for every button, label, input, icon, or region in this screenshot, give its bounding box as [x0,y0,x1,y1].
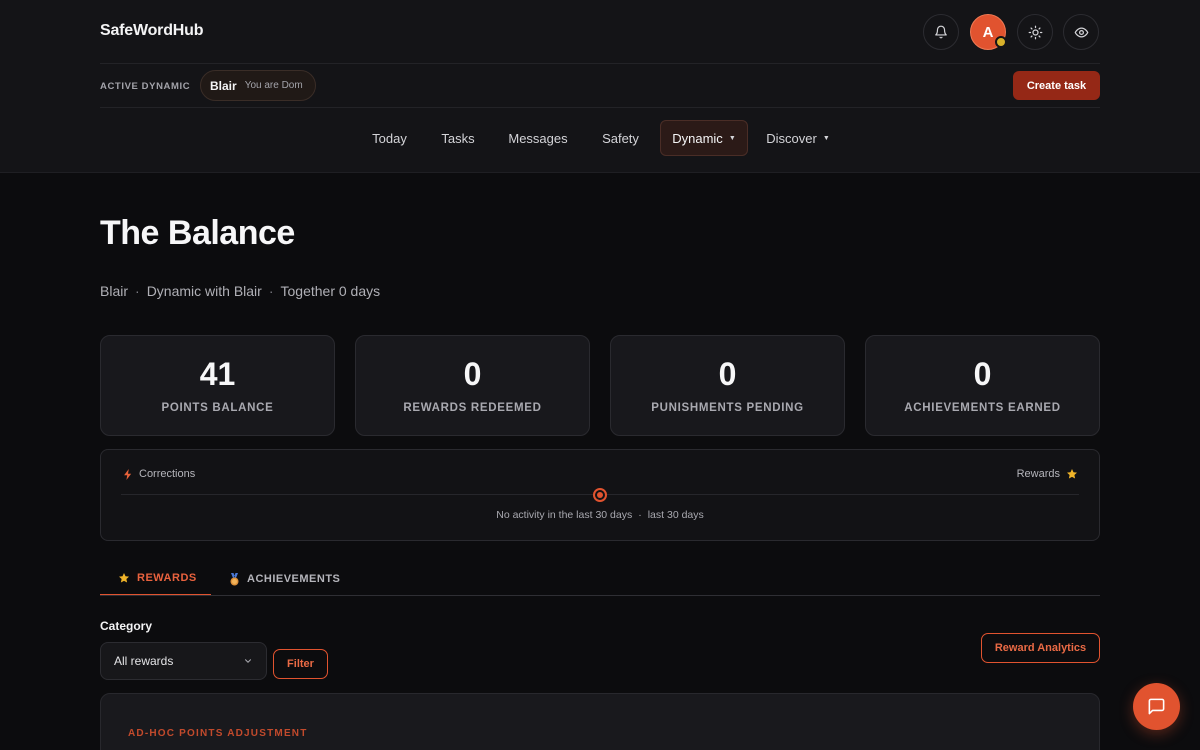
create-task-button[interactable]: Create task [1013,71,1100,100]
status-dot [995,36,1007,48]
category-select[interactable]: All rewards [100,642,267,680]
stat-label: PUNISHMENTS PENDING [651,401,804,414]
theme-toggle-button[interactable] [1017,14,1053,50]
nav-divider [100,107,1100,108]
role-text: You are Dom [244,80,303,91]
top-header: SafeWordHub A ACTIVE DYNAMIC Blair You a… [0,0,1200,173]
tab-rewards[interactable]: REWARDS [100,562,211,596]
period-text: last 30 days [647,509,704,521]
stat-card-punishments: 0 PUNISHMENTS PENDING [610,335,845,436]
visibility-toggle-button[interactable] [1063,14,1099,50]
reward-analytics-button[interactable]: Reward Analytics [981,633,1100,663]
balance-meter: Corrections Rewards No activity in the l… [100,449,1100,541]
nav-dynamic-label: Dynamic [672,130,723,146]
rewards-label-group: Rewards [1017,468,1078,480]
stat-label: ACHIEVEMENTS EARNED [904,401,1061,414]
user-avatar[interactable]: A [970,14,1007,50]
nav-discover[interactable]: Discover ▼ [758,120,838,156]
section-title: AD-HOC POINTS ADJUSTMENT [128,728,308,739]
bell-icon [934,25,948,39]
bolt-icon [124,468,132,480]
stat-label: REWARDS REDEEMED [403,401,542,414]
star-icon [118,572,130,584]
subtitle-partner: Blair [100,283,129,299]
medal-icon [229,572,240,586]
nav-dynamic[interactable]: Dynamic ▼ [660,120,748,156]
stat-card-rewards: 0 REWARDS REDEEMED [355,335,590,436]
partner-name: Blair [210,78,237,93]
star-icon [1066,468,1078,480]
page-title: The Balance [100,214,295,252]
balance-message: No activity in the last 30 days · last 30 … [101,509,1099,521]
notifications-button[interactable] [923,14,959,50]
stat-label: POINTS BALANCE [161,401,274,414]
rewards-label: Rewards [1016,468,1060,480]
caret-down-icon: ▼ [822,134,830,142]
stat-card-points: 41 POINTS BALANCE [100,335,335,436]
caret-down-icon: ▼ [728,134,736,142]
stat-value: 41 [199,355,236,392]
tab-achievements[interactable]: ACHIEVEMENTS [229,562,340,596]
sun-icon [1028,25,1043,40]
nav-tasks[interactable]: Tasks [432,120,484,156]
corrections-label-group: Corrections [124,468,195,480]
subtitle-dynamic: Dynamic with Blair [146,283,262,299]
header-divider [100,63,1100,64]
message-icon [1147,697,1166,716]
eye-icon [1074,25,1089,40]
nav-messages[interactable]: Messages [499,120,577,156]
category-value: All rewards [114,654,174,668]
avatar-initial: A [982,23,994,41]
nav-today[interactable]: Today [362,120,417,156]
corrections-label: Corrections [139,468,196,480]
nav-discover-label: Discover [766,130,817,146]
tab-underline-divider [100,595,1100,596]
active-dynamic-label: ACTIVE DYNAMIC [100,81,191,92]
filter-button[interactable]: Filter [273,649,328,679]
separator-dot: · [638,509,642,521]
stat-card-achievements: 0 ACHIEVEMENTS EARNED [865,335,1100,436]
stat-value: 0 [718,355,737,392]
subtitle-together: Together 0 days [280,283,381,299]
tab-achievements-label: ACHIEVEMENTS [247,573,341,585]
nav-safety[interactable]: Safety [592,120,649,156]
separator-dot: · [268,283,274,299]
chat-fab-button[interactable] [1133,683,1180,730]
tab-rewards-label: REWARDS [137,572,197,584]
active-dynamic-switcher[interactable]: Blair You are Dom [200,70,316,101]
stat-value: 0 [463,355,482,392]
chevron-down-icon [243,656,253,666]
page-subtitle: Blair · Dynamic with Blair · Together 0 days [100,283,380,299]
separator-dot: · [135,283,140,299]
balance-indicator [593,488,607,502]
no-activity-text: No activity in the last 30 days [496,509,633,521]
brand-logo[interactable]: SafeWordHub [100,22,203,40]
stat-value: 0 [973,355,992,392]
category-label: Category [100,619,153,633]
adhoc-adjustment-panel: AD-HOC POINTS ADJUSTMENT [100,693,1100,750]
